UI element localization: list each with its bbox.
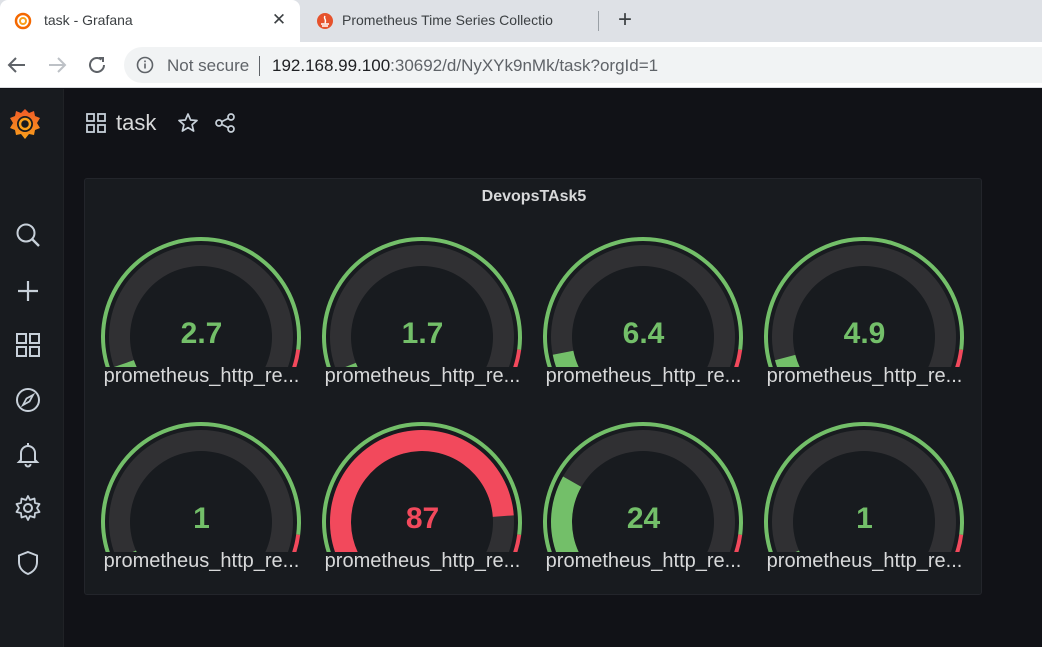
url-text[interactable]: 192.168.99.100:30692/d/NyXYk9nMk/task?or… <box>272 56 658 76</box>
gauge-label: prometheus_http_re... <box>766 550 963 572</box>
gauge[interactable]: 1.7 prometheus_http_re... <box>312 227 533 407</box>
back-arrow-icon[interactable] <box>5 53 29 77</box>
explore-icon[interactable] <box>14 386 42 414</box>
url-host: 192.168.99.100 <box>272 56 391 75</box>
shield-icon[interactable] <box>14 549 42 577</box>
gauge[interactable]: 6.4 prometheus_http_re... <box>533 227 754 407</box>
tab-divider <box>598 11 599 31</box>
gauge-label: prometheus_http_re... <box>766 365 963 387</box>
gauge-label: prometheus_http_re... <box>103 365 300 387</box>
new-tab-button[interactable]: + <box>612 8 638 33</box>
gear-icon[interactable] <box>14 494 42 522</box>
alerting-bell-icon[interactable] <box>14 440 42 468</box>
reload-icon[interactable] <box>85 53 109 77</box>
address-bar[interactable]: Not secure 192.168.99.100:30692/d/NyXYk9… <box>124 47 1042 83</box>
browser-toolbar: Not secure 192.168.99.100:30692/d/NyXYk9… <box>0 42 1042 88</box>
gauge[interactable]: 2.7 prometheus_http_re... <box>91 227 312 407</box>
gauge-value: 2.7 <box>180 317 223 350</box>
gauge-value: 1.7 <box>401 317 444 350</box>
grafana-sidebar <box>0 89 64 647</box>
gauge-value: 24 <box>626 502 661 535</box>
search-icon[interactable] <box>14 221 42 249</box>
dashboards-icon[interactable] <box>14 331 42 359</box>
tab-title: Prometheus Time Series Collectio <box>342 12 553 28</box>
gauge-label: prometheus_http_re... <box>545 365 742 387</box>
prometheus-favicon-icon <box>317 13 333 29</box>
url-path: :30692/d/NyXYk9nMk/task?orgId=1 <box>390 56 659 75</box>
gauge-value: 87 <box>405 502 440 535</box>
gauge-value: 1 <box>193 502 210 535</box>
browser-tab-bar: task - Grafana ✕ Prometheus Time Series … <box>0 0 1042 42</box>
info-icon[interactable] <box>136 56 154 74</box>
tab-grafana[interactable]: task - Grafana ✕ <box>0 0 300 42</box>
gauge[interactable]: 1 prometheus_http_re... <box>754 412 975 592</box>
gauge[interactable]: 24 prometheus_http_re... <box>533 412 754 592</box>
gauge-value: 6.4 <box>622 317 665 350</box>
gauge[interactable]: 1 prometheus_http_re... <box>91 412 312 592</box>
close-tab-icon[interactable]: ✕ <box>270 11 288 29</box>
dashboard-grid-icon[interactable] <box>85 112 107 134</box>
gauge-label: prometheus_http_re... <box>545 550 742 572</box>
plus-icon[interactable] <box>14 277 42 305</box>
forward-arrow-icon[interactable] <box>45 53 69 77</box>
share-icon[interactable] <box>214 112 236 134</box>
star-icon[interactable] <box>177 112 199 134</box>
grafana-logo[interactable] <box>6 105 44 143</box>
gauge[interactable]: 4.9 prometheus_http_re... <box>754 227 975 407</box>
dashboard-title[interactable]: task <box>116 110 156 136</box>
gauge-value: 4.9 <box>843 317 886 350</box>
tab-title: task - Grafana <box>44 12 133 28</box>
gauge-label: prometheus_http_re... <box>324 365 521 387</box>
panel-title[interactable]: DevopsTAsk5 <box>85 188 983 206</box>
gauge[interactable]: 87 prometheus_http_re... <box>312 412 533 592</box>
address-divider <box>259 56 260 76</box>
gauge-label: prometheus_http_re... <box>103 550 300 572</box>
gauge-label: prometheus_http_re... <box>324 550 521 572</box>
grafana-favicon-icon <box>14 12 32 30</box>
security-status: Not secure <box>167 56 250 75</box>
gauge-value: 1 <box>856 502 873 535</box>
gauge-panel[interactable]: DevopsTAsk5 2.7 prometheus_http_re... 1.7 p… <box>84 178 982 595</box>
tab-prometheus[interactable]: Prometheus Time Series Collectio <box>302 0 596 42</box>
